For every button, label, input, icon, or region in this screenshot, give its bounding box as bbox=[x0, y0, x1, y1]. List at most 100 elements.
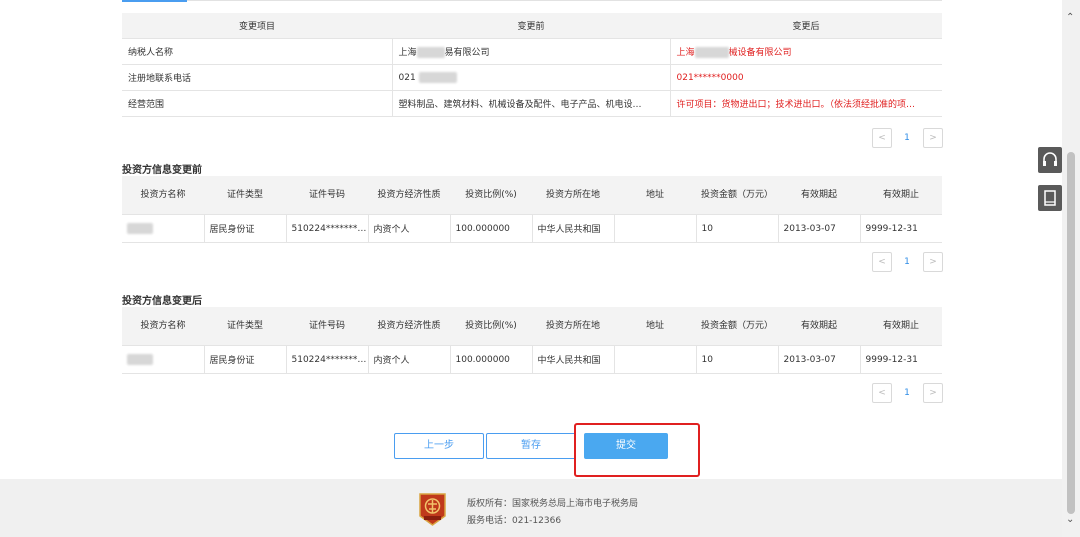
investor-before-table: 投资方名称 证件类型 证件号码 投资方经济性质 投资比例(%) 投资方所在地 地… bbox=[122, 176, 942, 243]
tab-bar-divider bbox=[122, 0, 942, 1]
pagination-investor-before: < 1 > bbox=[872, 252, 944, 272]
column-header: 证件号码 bbox=[286, 176, 368, 215]
column-header: 变更后 bbox=[670, 13, 942, 39]
column-header: 证件类型 bbox=[204, 307, 286, 346]
column-header: 地址 bbox=[614, 307, 696, 346]
pagination-investor-after: < 1 > bbox=[872, 383, 944, 403]
table-row: 纳税人名称 上海 易有限公司 上海 械设备有限公司 bbox=[122, 38, 942, 65]
tax-bureau-logo-icon bbox=[419, 493, 446, 526]
change-items-table: 变更项目 变更前 变更后 纳税人名称 上海 易有限公司 上海 械设备有限公司 注册地… bbox=[122, 13, 942, 117]
scroll-up-arrow-icon[interactable]: ⌃ bbox=[1066, 12, 1074, 23]
investor-before-title: 投资方信息变更前 bbox=[122, 165, 202, 176]
column-header: 投资方名称 bbox=[122, 307, 204, 346]
investor-location: 中华人民共和国 bbox=[532, 345, 615, 374]
main-content: 变更项目 变更前 变更后 纳税人名称 上海 易有限公司 上海 械设备有限公司 注册地… bbox=[0, 0, 1062, 479]
scrollbar-thumb[interactable] bbox=[1067, 152, 1075, 514]
column-header: 投资方名称 bbox=[122, 176, 204, 215]
investor-location: 中华人民共和国 bbox=[532, 214, 615, 243]
investor-table-header: 投资方名称 证件类型 证件号码 投资方经济性质 投资比例(%) 投资方所在地 地… bbox=[122, 307, 942, 346]
investor-table-header: 投资方名称 证件类型 证件号码 投资方经济性质 投资比例(%) 投资方所在地 地… bbox=[122, 176, 942, 215]
redacted-text bbox=[127, 354, 153, 365]
column-header: 有效期止 bbox=[860, 176, 942, 215]
column-header: 投资方所在地 bbox=[532, 307, 614, 346]
id-number: 510224*******… bbox=[286, 345, 369, 374]
prev-page-button[interactable]: < bbox=[872, 128, 892, 148]
investment-ratio: 100.000000 bbox=[450, 214, 533, 243]
current-page[interactable]: 1 bbox=[900, 128, 914, 148]
after-value: 021******0000 bbox=[670, 64, 942, 91]
change-item-name: 纳税人名称 bbox=[122, 38, 393, 65]
column-header: 有效期止 bbox=[860, 307, 942, 346]
change-item-name: 经营范围 bbox=[122, 90, 393, 117]
service-phone-text: 服务电话：021-12366 bbox=[467, 516, 562, 526]
table-row: 居民身份证 510224*******… 内资个人 100.000000 中华人… bbox=[122, 345, 942, 374]
column-header: 投资金额（万元） bbox=[696, 176, 778, 215]
column-header: 变更项目 bbox=[122, 13, 392, 39]
redacted-text bbox=[416, 47, 445, 58]
table-row: 注册地联系电话 021 021******0000 bbox=[122, 64, 942, 91]
prev-page-button[interactable]: < bbox=[872, 252, 892, 272]
current-page[interactable]: 1 bbox=[900, 252, 914, 272]
before-value: 021 bbox=[392, 64, 671, 91]
copyright-text: 版权所有：国家税务总局上海市电子税务局 bbox=[467, 499, 639, 509]
id-type: 居民身份证 bbox=[204, 345, 287, 374]
column-header: 证件号码 bbox=[286, 307, 368, 346]
valid-from: 2013-03-07 bbox=[778, 214, 861, 243]
footer: 版权所有：国家税务总局上海市电子税务局 服务电话：021-12366 bbox=[0, 479, 1062, 537]
investment-amount: 10 bbox=[696, 214, 779, 243]
address bbox=[614, 345, 697, 374]
redacted-text bbox=[127, 223, 153, 234]
next-page-button[interactable]: > bbox=[923, 128, 943, 148]
change-item-name: 注册地联系电话 bbox=[122, 64, 393, 91]
id-number: 510224*******… bbox=[286, 214, 369, 243]
column-header: 有效期起 bbox=[778, 176, 860, 215]
investor-after-title: 投资方信息变更后 bbox=[122, 296, 202, 307]
address bbox=[614, 214, 697, 243]
column-header: 投资方所在地 bbox=[532, 176, 614, 215]
pagination-change-table: < 1 > bbox=[872, 128, 944, 148]
economic-nature: 内资个人 bbox=[368, 345, 451, 374]
economic-nature: 内资个人 bbox=[368, 214, 451, 243]
column-header: 投资比例(%) bbox=[450, 176, 532, 215]
previous-step-button[interactable]: 上一步 bbox=[394, 433, 484, 459]
prev-page-button[interactable]: < bbox=[872, 383, 892, 403]
current-page[interactable]: 1 bbox=[900, 383, 914, 403]
after-value: 许可项目：货物进出口；技术进出口。（依法须经批准的项… bbox=[670, 90, 942, 117]
tab-active-indicator bbox=[122, 0, 187, 2]
after-value: 上海 械设备有限公司 bbox=[670, 38, 942, 65]
investor-name bbox=[122, 214, 205, 243]
submit-highlight-box bbox=[574, 423, 700, 477]
table-row: 经营范围 塑料制品、建筑材料、机械设备及配件、电子产品、机电设… 许可项目：货物… bbox=[122, 90, 942, 117]
redacted-text bbox=[694, 47, 729, 58]
guide-book-button[interactable] bbox=[1038, 185, 1062, 211]
column-header: 投资比例(%) bbox=[450, 307, 532, 346]
investment-ratio: 100.000000 bbox=[450, 345, 533, 374]
before-value: 塑料制品、建筑材料、机械设备及配件、电子产品、机电设… bbox=[392, 90, 671, 117]
table-row: 居民身份证 510224*******… 内资个人 100.000000 中华人… bbox=[122, 214, 942, 243]
save-draft-button[interactable]: 暂存 bbox=[486, 433, 576, 459]
id-type: 居民身份证 bbox=[204, 214, 287, 243]
book-icon bbox=[1044, 190, 1056, 206]
next-page-button[interactable]: > bbox=[923, 252, 943, 272]
column-header: 有效期起 bbox=[778, 307, 860, 346]
column-header: 投资方经济性质 bbox=[368, 307, 450, 346]
valid-from: 2013-03-07 bbox=[778, 345, 861, 374]
next-page-button[interactable]: > bbox=[923, 383, 943, 403]
change-table-header: 变更项目 变更前 变更后 bbox=[122, 13, 942, 39]
column-header: 证件类型 bbox=[204, 176, 286, 215]
investment-amount: 10 bbox=[696, 345, 779, 374]
scroll-down-arrow-icon[interactable]: ⌄ bbox=[1066, 514, 1074, 525]
investor-after-table: 投资方名称 证件类型 证件号码 投资方经济性质 投资比例(%) 投资方所在地 地… bbox=[122, 307, 942, 374]
column-header: 变更前 bbox=[392, 13, 670, 39]
valid-to: 9999-12-31 bbox=[860, 214, 942, 243]
investor-name bbox=[122, 345, 205, 374]
column-header: 地址 bbox=[614, 176, 696, 215]
redacted-text bbox=[418, 72, 457, 83]
vertical-scrollbar[interactable]: ⌃ ⌄ bbox=[1062, 0, 1080, 537]
column-header: 投资金额（万元） bbox=[696, 307, 778, 346]
column-header: 投资方经济性质 bbox=[368, 176, 450, 215]
customer-service-button[interactable] bbox=[1038, 147, 1062, 173]
headset-icon bbox=[1043, 152, 1057, 166]
before-value: 上海 易有限公司 bbox=[392, 38, 671, 65]
valid-to: 9999-12-31 bbox=[860, 345, 942, 374]
